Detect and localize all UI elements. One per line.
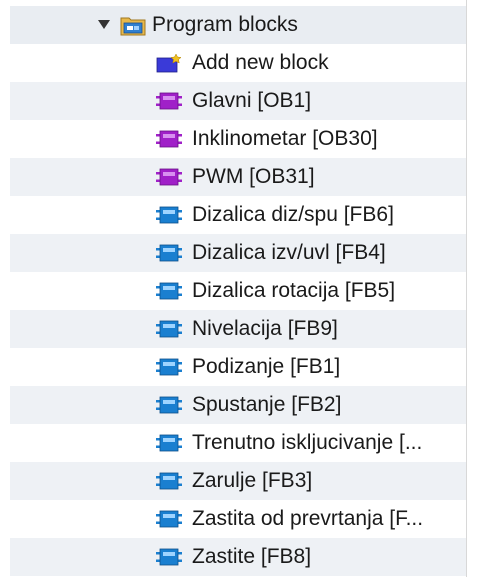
tree-item-zastite-fb8[interactable]: Zastite [FB8] (10, 538, 466, 576)
tree-item-dizalica-izv-uvl-fb4[interactable]: Dizalica izv/uvl [FB4] (10, 234, 466, 272)
function-block-icon (156, 244, 182, 262)
tree-item-dizalica-diz-spu-fb6[interactable]: Dizalica diz/spu [FB6] (10, 196, 466, 234)
tree-item-label: Dizalica rotacija [FB5] (192, 279, 396, 302)
function-block-icon (156, 282, 182, 300)
project-tree: Program blocks Add new block Glavni [OB1… (10, 6, 466, 576)
function-block-icon (156, 206, 182, 224)
tree-item-trenutno-iskljucivanje[interactable]: Trenutno iskljucivanje [... (10, 424, 466, 462)
tree-item-inklinometar-ob30[interactable]: Inklinometar [OB30] (10, 120, 466, 158)
tree-item-zarulje-fb3[interactable]: Zarulje [FB3] (10, 462, 466, 500)
tree-item-label: Spustanje [FB2] (192, 393, 342, 416)
tree-item-label: Add new block (192, 51, 329, 74)
tree-item-label: Dizalica izv/uvl [FB4] (192, 241, 386, 264)
add-block-icon (156, 53, 182, 73)
tree-item-nivelacija-fb9[interactable]: Nivelacija [FB9] (10, 310, 466, 348)
function-block-icon (156, 510, 182, 528)
expand-arrow-icon[interactable] (96, 17, 112, 33)
tree-item-spustanje-fb2[interactable]: Spustanje [FB2] (10, 386, 466, 424)
tree-node-program-blocks[interactable]: Program blocks (10, 6, 466, 44)
tree-item-label: Dizalica diz/spu [FB6] (192, 203, 394, 226)
tree-item-label: Inklinometar [OB30] (192, 127, 378, 150)
function-block-icon (156, 434, 182, 452)
tree-item-label: Nivelacija [FB9] (192, 317, 338, 340)
tree-item-pwm-ob31[interactable]: PWM [OB31] (10, 158, 466, 196)
tree-item-label: Zastite [FB8] (192, 545, 312, 568)
tree-item-zastita-od-prevrtanja[interactable]: Zastita od prevrtanja [F... (10, 500, 466, 538)
organization-block-icon (156, 92, 182, 110)
tree-item-label: Podizanje [FB1] (192, 355, 341, 378)
function-block-icon (156, 548, 182, 566)
column-divider (466, 0, 467, 577)
tree-item-podizanje-fb1[interactable]: Podizanje [FB1] (10, 348, 466, 386)
tree-item-label: Glavni [OB1] (192, 89, 312, 112)
tree-item-label: Trenutno iskljucivanje [... (192, 431, 423, 454)
tree-node-label: Program blocks (152, 13, 298, 36)
organization-block-icon (156, 168, 182, 186)
tree-item-label: Zastita od prevrtanja [F... (192, 507, 424, 530)
tree-item-add-new-block[interactable]: Add new block (10, 44, 466, 82)
tree-item-dizalica-rotacija-fb5[interactable]: Dizalica rotacija [FB5] (10, 272, 466, 310)
organization-block-icon (156, 130, 182, 148)
tree-item-glavni-ob1[interactable]: Glavni [OB1] (10, 82, 466, 120)
tree-item-label: Zarulje [FB3] (192, 469, 313, 492)
function-block-icon (156, 396, 182, 414)
folder-icon (120, 17, 146, 36)
function-block-icon (156, 358, 182, 376)
tree-item-label: PWM [OB31] (192, 165, 315, 188)
function-block-icon (156, 472, 182, 490)
function-block-icon (156, 320, 182, 338)
